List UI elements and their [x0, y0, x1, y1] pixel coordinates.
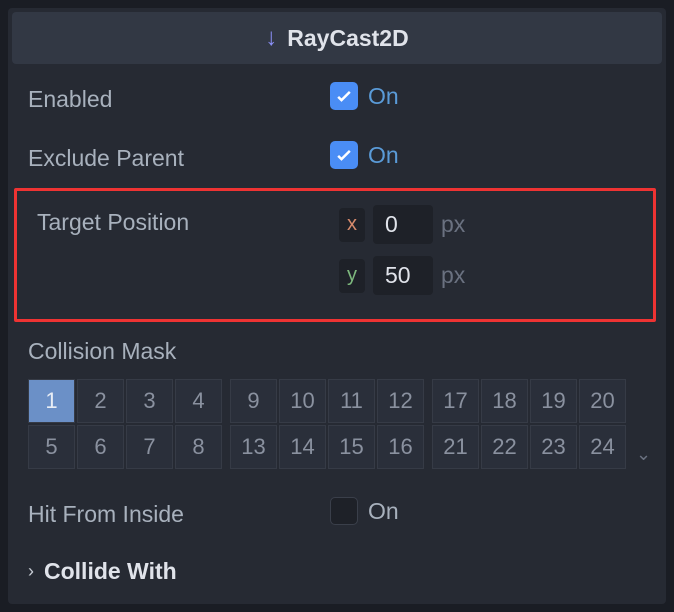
- mask-layer-22[interactable]: 22: [481, 425, 528, 469]
- mask-layer-21[interactable]: 21: [432, 425, 479, 469]
- mask-layer-19[interactable]: 19: [530, 379, 577, 423]
- enabled-checkbox[interactable]: [330, 82, 358, 110]
- chevron-down-icon[interactable]: ⌄: [636, 444, 651, 469]
- property-collide-with[interactable]: › Collide With: [8, 542, 666, 601]
- mask-layer-23[interactable]: 23: [530, 425, 577, 469]
- x-unit: px: [441, 211, 465, 238]
- y-axis-label: y: [339, 259, 365, 293]
- x-axis-label: x: [339, 208, 365, 242]
- exclude-parent-label: Exclude Parent: [28, 141, 318, 172]
- mask-layer-6[interactable]: 6: [77, 425, 124, 469]
- property-enabled: Enabled On: [8, 68, 666, 127]
- enabled-state: On: [368, 83, 399, 110]
- section-header[interactable]: ↓ RayCast2D: [12, 12, 662, 64]
- collision-mask-grid: 123456789101112131415161718192021222324: [28, 379, 626, 469]
- mask-layer-5[interactable]: 5: [28, 425, 75, 469]
- exclude-parent-checkbox[interactable]: [330, 141, 358, 169]
- property-hit-from-inside: Hit From Inside On: [8, 483, 666, 542]
- mask-layer-13[interactable]: 13: [230, 425, 277, 469]
- section-title: RayCast2D: [287, 25, 408, 52]
- arrow-down-icon: ↓: [265, 24, 277, 52]
- mask-layer-20[interactable]: 20: [579, 379, 626, 423]
- mask-layer-1[interactable]: 1: [28, 379, 75, 423]
- mask-layer-14[interactable]: 14: [279, 425, 326, 469]
- enabled-label: Enabled: [28, 82, 318, 113]
- mask-group: 9101112 13141516: [230, 379, 424, 469]
- target-position-y-row: y 50 px: [339, 256, 633, 295]
- collision-mask-label: Collision Mask: [28, 338, 646, 365]
- target-position-label: Target Position: [37, 205, 327, 236]
- mask-group: 17181920 21222324: [432, 379, 626, 469]
- mask-layer-10[interactable]: 10: [279, 379, 326, 423]
- property-collision-mask: Collision Mask 1234567891011121314151617…: [8, 324, 666, 483]
- mask-layer-15[interactable]: 15: [328, 425, 375, 469]
- inspector-panel: ↓ RayCast2D Enabled On Exclude Parent On…: [8, 8, 666, 604]
- exclude-parent-state: On: [368, 142, 399, 169]
- hit-from-inside-checkbox[interactable]: [330, 497, 358, 525]
- mask-layer-8[interactable]: 8: [175, 425, 222, 469]
- mask-layer-9[interactable]: 9: [230, 379, 277, 423]
- y-unit: px: [441, 262, 465, 289]
- mask-layer-16[interactable]: 16: [377, 425, 424, 469]
- mask-group: 1234 5678: [28, 379, 222, 469]
- collide-with-label: Collide With: [44, 558, 177, 585]
- mask-layer-24[interactable]: 24: [579, 425, 626, 469]
- hit-from-inside-label: Hit From Inside: [28, 497, 318, 528]
- highlighted-region: Target Position x 0 px y 50 px: [14, 188, 656, 322]
- mask-layer-18[interactable]: 18: [481, 379, 528, 423]
- mask-layer-2[interactable]: 2: [77, 379, 124, 423]
- mask-layer-3[interactable]: 3: [126, 379, 173, 423]
- target-position-x-row: x 0 px: [339, 205, 633, 244]
- property-target-position: Target Position x 0 px y 50 px: [17, 191, 653, 309]
- mask-layer-11[interactable]: 11: [328, 379, 375, 423]
- mask-layer-12[interactable]: 12: [377, 379, 424, 423]
- mask-layer-7[interactable]: 7: [126, 425, 173, 469]
- target-position-x-input[interactable]: 0: [373, 205, 433, 244]
- mask-layer-17[interactable]: 17: [432, 379, 479, 423]
- property-exclude-parent: Exclude Parent On: [8, 127, 666, 186]
- hit-from-inside-state: On: [368, 498, 399, 525]
- target-position-y-input[interactable]: 50: [373, 256, 433, 295]
- mask-layer-4[interactable]: 4: [175, 379, 222, 423]
- expand-arrow-icon: ›: [28, 561, 34, 582]
